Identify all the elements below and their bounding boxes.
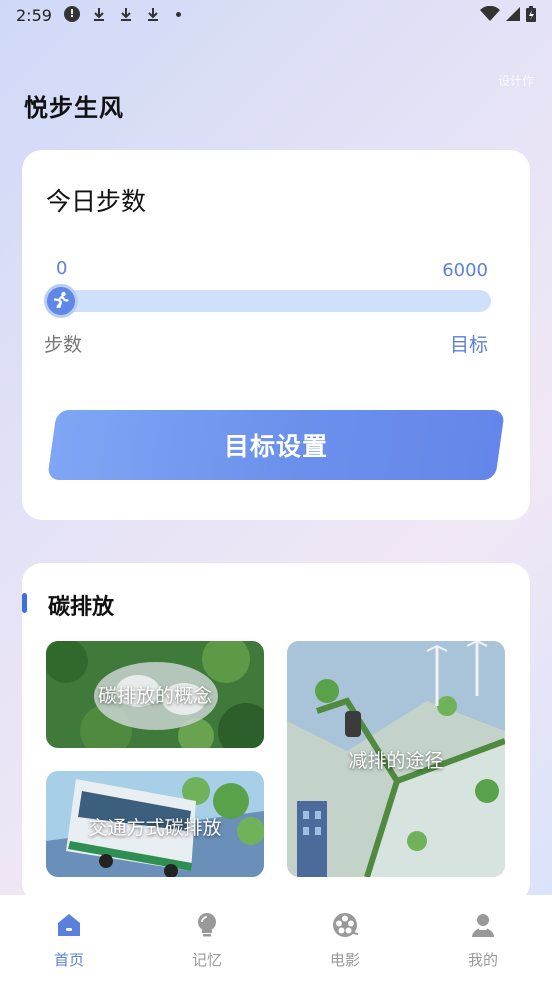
tile-transport-emission[interactable]: 交通方式碳排放: [46, 771, 264, 877]
film-reel-icon: [333, 913, 359, 937]
notification-icons: !: [64, 6, 181, 22]
steps-label: 步数: [44, 334, 83, 356]
current-steps-value: 0: [56, 258, 68, 279]
steps-card-title: 今日步数: [46, 187, 147, 216]
page-title: 悦步生风: [24, 94, 124, 122]
carbon-section-title: 碳排放: [48, 595, 115, 620]
wifi-icon: [480, 6, 500, 21]
target-label: 目标: [449, 334, 488, 356]
steps-card: 今日步数 0 6000 步数 目标 目标设置: [22, 150, 530, 520]
nav-item-home[interactable]: 首页: [0, 895, 138, 983]
bottom-nav: 首页 记忆 电影 我的: [0, 895, 552, 983]
nav-item-memory[interactable]: 记忆: [138, 895, 276, 983]
tile-reduction-ways-label: 减排的途径: [348, 750, 444, 772]
tile-carbon-concept[interactable]: 碳排放的概念: [46, 641, 264, 748]
tile-transport-emission-label: 交通方式碳排放: [88, 817, 222, 839]
target-steps-value: 6000: [442, 260, 488, 281]
nav-item-movie[interactable]: 电影: [276, 895, 414, 983]
status-time: 2:59: [16, 6, 52, 25]
alert-icon: !: [64, 6, 80, 22]
home-icon: [58, 914, 80, 936]
bulb-icon: [198, 913, 216, 937]
battery-icon: [526, 6, 536, 22]
tile-carbon-concept-label: 碳排放的概念: [97, 685, 212, 707]
signal-icon: [506, 7, 520, 21]
tile-reduction-ways[interactable]: 减排的途径: [287, 641, 505, 877]
goal-settings-button[interactable]: 目标设置: [47, 410, 505, 480]
more-notifications-dot: [176, 11, 181, 17]
status-bar: 2:59 !: [0, 0, 552, 32]
system-icons: [480, 6, 536, 22]
download-icon: [121, 8, 131, 21]
nav-label-home: 首页: [53, 951, 84, 969]
section-accent-bar: [22, 593, 27, 613]
download-icon: [148, 8, 158, 21]
steps-progress-bar: [46, 290, 491, 312]
corner-watermark: 设计作: [497, 74, 534, 88]
goal-settings-label: 目标设置: [223, 432, 328, 461]
user-icon: [472, 914, 494, 937]
nav-label-profile: 我的: [467, 951, 498, 969]
download-icon: [94, 8, 104, 21]
runner-icon: [44, 284, 78, 318]
nav-label-movie: 电影: [329, 951, 360, 969]
nav-label-memory: 记忆: [191, 951, 222, 969]
nav-item-profile[interactable]: 我的: [414, 895, 552, 983]
carbon-section-card: 碳排放 碳排放的概念 交通方式碳排放 减排的途径: [22, 563, 530, 903]
